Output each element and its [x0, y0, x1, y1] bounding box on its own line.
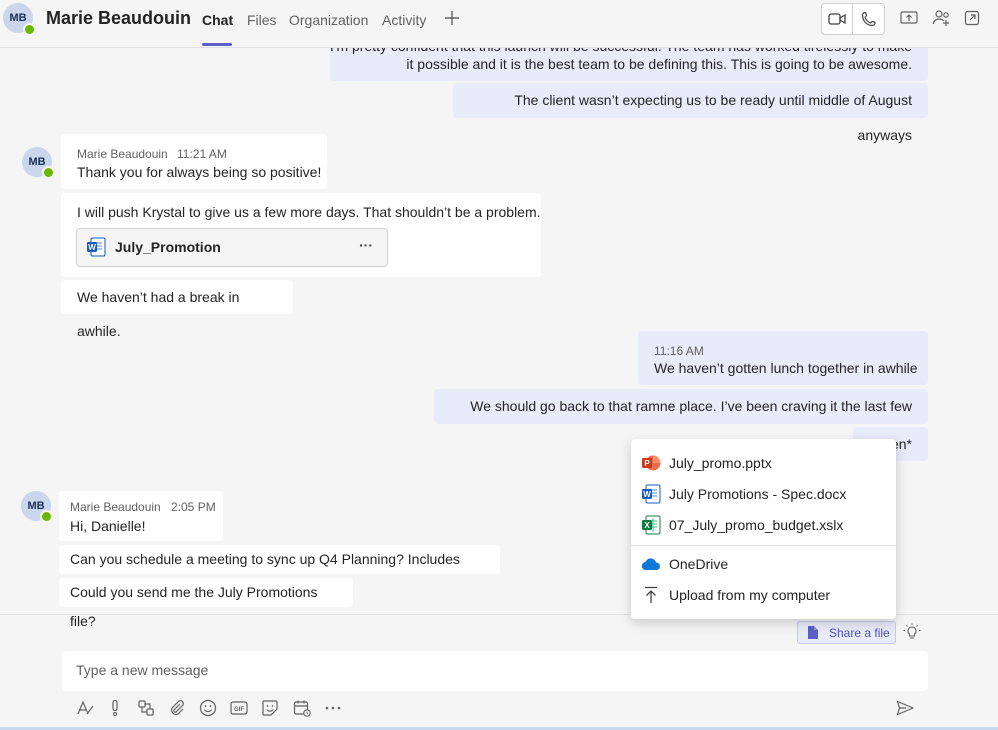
message-timestamp: 2:05 PM	[171, 500, 216, 514]
call-button-group	[821, 3, 885, 35]
important-icon[interactable]	[104, 697, 126, 719]
more-options-icon[interactable]: ···	[359, 237, 373, 253]
format-icon[interactable]	[74, 697, 96, 719]
attach-icon[interactable]	[166, 697, 188, 719]
pop-out-icon[interactable]	[961, 8, 983, 28]
incoming-message: Marie Beaudouin 11:21 AM Thank you for a…	[61, 134, 327, 189]
share-file-menu: P July_promo.pptx W July Promotions - Sp…	[631, 439, 896, 619]
file-name: July Promotions - Spec.docx	[669, 486, 847, 502]
more-options-icon[interactable]	[322, 697, 344, 719]
word-file-icon: W	[86, 237, 106, 260]
lightbulb-icon[interactable]	[902, 622, 922, 642]
tab-chat[interactable]: Chat	[202, 12, 233, 28]
powerpoint-file-icon: P	[641, 453, 661, 473]
message-timestamp: 11:16 AM	[654, 344, 704, 358]
tab-activity[interactable]: Activity	[382, 12, 426, 28]
message-timestamp: 11:21 AM	[177, 147, 227, 161]
message-text: it possible and it is the best team to b…	[406, 56, 912, 72]
send-icon[interactable]	[894, 697, 916, 719]
share-screen-icon[interactable]	[898, 8, 920, 28]
video-call-icon[interactable]	[822, 4, 853, 34]
message-text: Could you send me the July Promotions fi…	[70, 584, 318, 629]
message-text: We haven’t had a break in awhile.	[77, 289, 240, 339]
upload-label: Upload from my computer	[669, 587, 831, 603]
gif-icon[interactable]: GIF	[228, 697, 250, 719]
message-text: Thank you for always being so positive!	[77, 164, 322, 180]
recent-file-item[interactable]: P July_promo.pptx	[641, 453, 772, 473]
schedule-meeting-icon[interactable]	[291, 697, 313, 719]
svg-text:P: P	[644, 459, 650, 468]
presence-available-icon	[40, 510, 53, 523]
incoming-message: I will push Krystal to give us a few mor…	[61, 193, 541, 277]
share-a-file-label: Share a file	[829, 625, 890, 640]
message-text: Hi, Danielle!	[70, 518, 146, 534]
excel-file-icon: X	[641, 515, 661, 535]
emoji-icon[interactable]	[197, 697, 219, 719]
incoming-message: Marie Beaudouin 2:05 PM Hi, Danielle!	[59, 491, 223, 541]
word-file-icon: W	[641, 484, 661, 504]
audio-call-icon[interactable]	[853, 4, 884, 34]
svg-text:X: X	[644, 521, 650, 530]
add-people-icon[interactable]	[931, 8, 953, 28]
upload-option[interactable]: Upload from my computer	[641, 585, 830, 605]
file-name: July_Promotion	[115, 239, 221, 255]
header-overlay: MB Marie Beaudouin Chat Files Organizati…	[0, 0, 998, 46]
svg-text:W: W	[88, 243, 96, 252]
outgoing-message: The client wasn’t expecting us to be rea…	[453, 83, 928, 143]
svg-text:W: W	[643, 490, 651, 499]
upload-icon	[641, 585, 661, 605]
presence-available-icon	[23, 23, 36, 36]
message-text: The client wasn’t expecting us to be rea…	[514, 92, 912, 143]
document-icon	[807, 625, 819, 640]
share-a-file-button[interactable]: Share a file	[797, 621, 896, 644]
file-attachment-card[interactable]: W July_Promotion ···	[76, 228, 388, 267]
sticker-icon[interactable]	[259, 697, 281, 719]
message-text: I will push Krystal to give us a few mor…	[77, 204, 541, 220]
sender-name: Marie Beaudouin	[77, 147, 168, 161]
message-text: We haven’t gotten lunch together in awhi…	[654, 360, 918, 376]
svg-text:GIF: GIF	[234, 707, 244, 713]
outgoing-message: 11:16 AM We haven’t gotten lunch togethe…	[638, 331, 928, 385]
recent-file-item[interactable]: X 07_July_promo_budget.xslx	[641, 515, 843, 535]
onedrive-option[interactable]: OneDrive	[641, 554, 728, 574]
loop-component-icon[interactable]	[135, 697, 157, 719]
incoming-message: Could you send me the July Promotions fi…	[59, 578, 353, 629]
message-compose-box[interactable]: Type a new message	[62, 651, 928, 691]
onedrive-label: OneDrive	[669, 556, 729, 572]
sender-name: Marie Beaudouin	[70, 500, 161, 514]
tab-organization[interactable]: Organization	[289, 12, 368, 28]
avatar-initials: MB	[28, 156, 46, 168]
incoming-message: Can you schedule a meeting to sync up Q4…	[59, 545, 500, 596]
presence-available-icon	[42, 166, 55, 179]
active-tab-indicator	[202, 43, 232, 46]
message-input[interactable]: Type a new message	[76, 662, 208, 678]
add-tab-icon[interactable]	[442, 8, 462, 28]
file-name: July_promo.pptx	[669, 455, 772, 471]
avatar-initials: MB	[9, 12, 27, 24]
file-name: 07_July_promo_budget.xslx	[669, 517, 844, 533]
onedrive-icon	[641, 554, 661, 574]
chat-title: Marie Beaudouin	[46, 8, 192, 28]
tab-files[interactable]: Files	[247, 12, 277, 28]
incoming-message: We haven’t had a break in awhile.	[61, 280, 293, 339]
recent-file-item[interactable]: W July Promotions - Spec.docx	[641, 484, 846, 504]
menu-divider	[631, 545, 896, 546]
outgoing-message: We should go back to that ramne place. I…	[434, 389, 928, 449]
